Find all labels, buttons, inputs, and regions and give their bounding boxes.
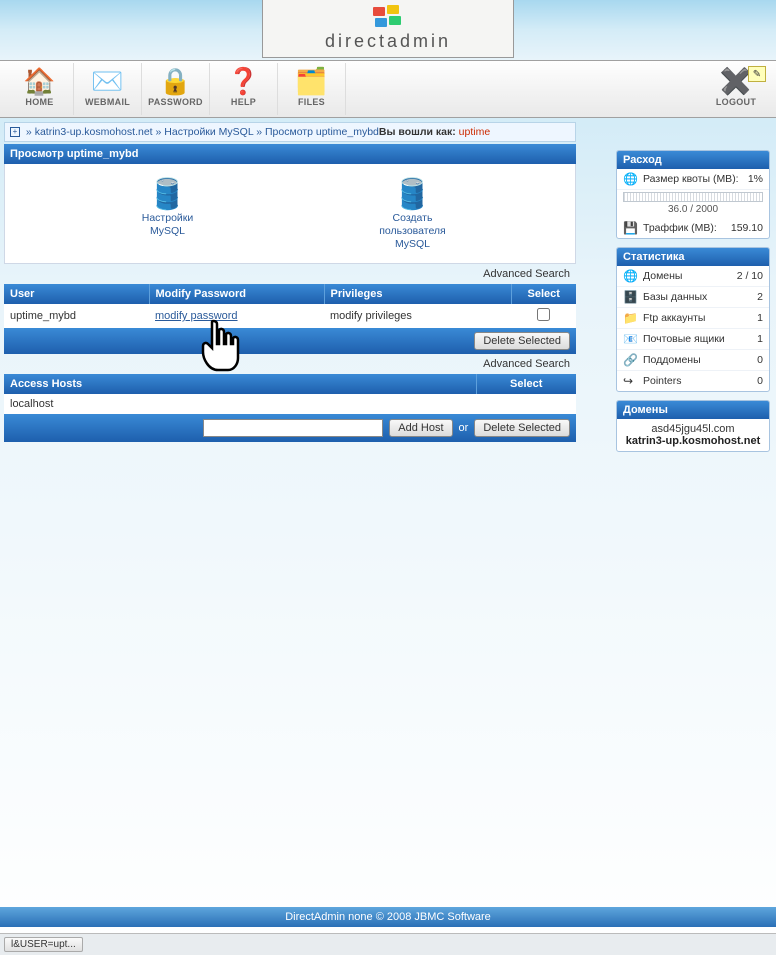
domain-link-active[interactable]: katrin3-up.kosmohost.net [623,435,763,447]
stat-row[interactable]: 🌐 Домены 2 / 10 [617,266,769,287]
domains-title: Домены [617,401,769,419]
webmail-button[interactable]: ✉️ WEBMAIL [74,63,142,115]
usage-title: Расход [617,151,769,169]
help-icon: ❓ [210,65,277,97]
lock-icon: 🔒 [142,65,209,97]
advanced-search-link[interactable]: Advanced Search [4,264,576,284]
users-action-bar: Delete Selected [4,328,576,354]
status-chip: l&USER=upt... [4,937,83,952]
cell-user: uptime_mybd [4,304,149,328]
mailbox-icon: 📧 [623,332,639,346]
page-title: Просмотр uptime_mybd [4,144,576,164]
password-button[interactable]: 🔒 PASSWORD [142,63,210,115]
users-table: User Modify Password Privileges Select u… [4,284,576,328]
stat-row[interactable]: 🔗 Поддомены 0 [617,350,769,371]
ftp-icon: 📁 [623,311,639,325]
col-select: Select [511,284,576,304]
stats-title: Статистика [617,248,769,266]
database-user-icon: 🛢️ [353,176,473,212]
quota-pct: 1% [748,173,763,185]
delete-selected-hosts-button[interactable]: Delete Selected [474,419,570,437]
stat-row[interactable]: 🗄️ Базы данных 2 [617,287,769,308]
crumb-domain[interactable]: katrin3-up.kosmohost.net [35,126,153,138]
login-user: uptime [459,126,491,138]
footer: DirectAdmin none © 2008 JBMC Software [0,907,776,927]
mysql-settings-link[interactable]: 🛢️ Настройки MySQL [108,176,228,251]
database-icon: 🛢️ [108,176,228,212]
traffic-value: 159.10 [731,222,763,234]
add-host-input[interactable] [203,419,383,437]
col-privileges: Privileges [324,284,511,304]
globe-icon: 🌐 [623,172,639,186]
quota-bar [623,192,763,202]
disk-icon: 💾 [623,221,639,235]
cell-privileges[interactable]: modify privileges [324,304,511,328]
traffic-label: Траффик (МВ): [643,222,717,234]
quota-text: 36.0 / 2000 [617,204,769,218]
status-bar: l&USER=upt... [0,933,776,955]
logo-icon [371,5,405,29]
toolbar: 🏠 HOME ✉️ WEBMAIL 🔒 PASSWORD ❓ HELP 🗂️ F… [0,60,776,118]
create-mysql-user-link[interactable]: 🛢️ Создать пользователя MySQL [353,176,473,251]
files-button[interactable]: 🗂️ FILES [278,63,346,115]
quota-label: Размер квоты (МВ): [643,173,739,185]
expand-icon[interactable]: + [10,127,20,137]
quick-icons: 🛢️ Настройки MySQL 🛢️ Создать пользовате… [4,164,576,264]
login-as-label: Вы вошли как: [379,126,456,138]
stat-row[interactable]: ↪ Pointers 0 [617,371,769,391]
mail-icon: ✉️ [74,65,141,97]
files-icon: 🗂️ [278,65,345,97]
stat-row[interactable]: 📧 Почтовые ящики 1 [617,329,769,350]
usage-panel: Расход 🌐 Размер квоты (МВ): 1% 36.0 / 20… [616,150,770,239]
home-icon: 🏠 [6,65,73,97]
domain-link[interactable]: asd45jgu45l.com [623,423,763,435]
or-label: or [459,422,469,434]
add-host-button[interactable]: Add Host [389,419,452,437]
table-row: uptime_mybd modify password modify privi… [4,304,576,328]
crumb-mysql[interactable]: Настройки MySQL [164,126,253,138]
row-select-checkbox[interactable] [537,308,550,321]
advanced-search-link-2[interactable]: Advanced Search [4,354,576,374]
modify-password-link[interactable]: modify password [155,310,238,322]
pointer-icon: ↪ [623,374,639,388]
domains-icon: 🌐 [623,269,639,283]
home-button[interactable]: 🏠 HOME [6,63,74,115]
col-modify-password: Modify Password [149,284,324,304]
main-content: + » katrin3-up.kosmohost.net » Настройки… [0,118,580,460]
delete-selected-button[interactable]: Delete Selected [474,332,570,350]
col-access-hosts: Access Hosts [4,374,476,394]
domains-panel: Домены asd45jgu45l.com katrin3-up.kosmoh… [616,400,770,452]
stat-row[interactable]: 📁 Ftp аккаунты 1 [617,308,769,329]
logo-box: directadmin [262,0,514,58]
subdomain-icon: 🔗 [623,353,639,367]
note-icon[interactable]: ✎ [748,66,766,82]
hosts-table: Access Hosts Select localhost [4,374,576,414]
logo-text: directadmin [325,31,451,52]
cell-host: localhost [4,394,476,414]
db-icon: 🗄️ [623,290,639,304]
crumb-view: Просмотр uptime_mybd [265,126,379,138]
sidebar: Расход 🌐 Размер квоты (МВ): 1% 36.0 / 20… [616,146,776,460]
table-row: localhost [4,394,576,414]
help-button[interactable]: ❓ HELP [210,63,278,115]
top-banner: directadmin [0,0,776,60]
col-select-hosts: Select [476,374,576,394]
breadcrumb: + » katrin3-up.kosmohost.net » Настройки… [4,122,576,142]
hosts-action-bar: Add Host or Delete Selected [4,414,576,442]
stats-panel: Статистика 🌐 Домены 2 / 10 🗄️ Базы данны… [616,247,770,392]
col-user: User [4,284,149,304]
